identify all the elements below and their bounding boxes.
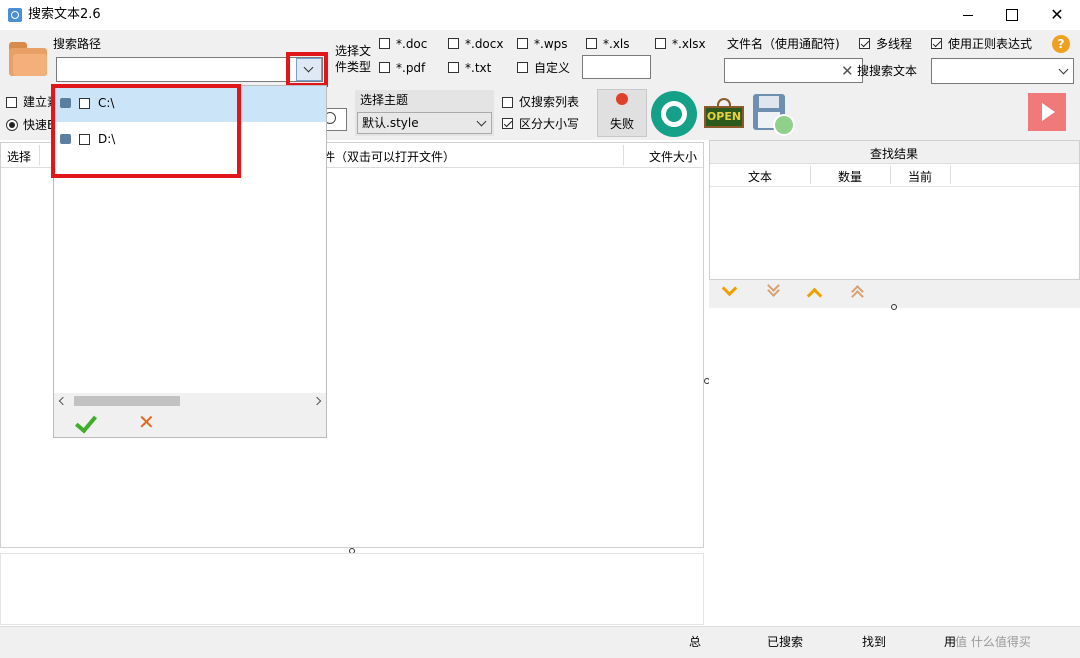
filetype-pdf-label: *.pdf <box>396 61 426 75</box>
play-icon <box>1042 103 1055 121</box>
fast-label: 快速E <box>23 118 55 132</box>
case-sensitive-checkbox[interactable] <box>502 118 513 129</box>
open-sign-icon[interactable]: OPEN <box>704 98 744 130</box>
clear-icon[interactable]: ✕ <box>841 62 854 80</box>
filename-filter-input[interactable]: ✕ <box>724 58 863 83</box>
start-search-button[interactable] <box>1028 93 1066 131</box>
theme-select[interactable]: 默认.style <box>357 112 492 134</box>
scroll-left-icon[interactable] <box>58 396 68 406</box>
horizontal-scrollbar[interactable] <box>54 393 326 409</box>
theme-label: 选择主题 <box>360 93 409 107</box>
filetype-custom-label: 自定义 <box>534 61 571 75</box>
app-icon <box>8 8 22 22</box>
minimize-button[interactable] <box>946 0 990 30</box>
first-icon[interactable] <box>851 285 864 303</box>
filetype-txt-label: *.txt <box>465 61 492 75</box>
status-bar: 总 已搜索 找到 用 值 什么值得买 <box>0 626 1080 658</box>
status-found: 找到 <box>862 635 887 649</box>
regex-label: 使用正则表达式 <box>948 37 1033 51</box>
search-path-input[interactable] <box>56 57 323 82</box>
status-total: 总 <box>689 635 702 649</box>
help-icon[interactable]: ? <box>1052 35 1070 53</box>
confirm-check-icon[interactable] <box>74 410 98 434</box>
filetype-doc-label: *.doc <box>396 37 428 51</box>
filetype-xls-label: *.xls <box>603 37 630 51</box>
results-title-bar: 查找结果 <box>710 141 1079 164</box>
filetype-custom-checkbox[interactable] <box>517 62 528 73</box>
folder-icon[interactable] <box>7 40 49 78</box>
col-size[interactable]: 文件大小 <box>649 148 697 165</box>
search-path-label: 搜索路径 <box>53 37 102 51</box>
fail-button[interactable]: 失败 <box>597 89 647 137</box>
save-icon[interactable] <box>751 92 795 136</box>
cancel-x-icon[interactable]: ✕ <box>138 411 160 433</box>
filetype-doc-checkbox[interactable] <box>379 38 390 49</box>
chevron-down-icon <box>1058 64 1069 75</box>
status-searched: 已搜索 <box>767 635 804 649</box>
maximize-button[interactable] <box>990 0 1034 30</box>
chevron-down-icon <box>476 116 487 127</box>
dropdown-footer: ✕ <box>54 409 326 437</box>
drives-highlight <box>51 84 241 178</box>
close-button[interactable]: ✕ <box>1034 0 1080 30</box>
custom-type-input[interactable] <box>582 55 651 79</box>
theme-value: 默认.style <box>362 116 419 130</box>
col-select[interactable]: 选择 <box>7 148 31 165</box>
search-text-select[interactable] <box>931 58 1074 84</box>
filetype-xlsx-checkbox[interactable] <box>655 38 666 49</box>
filetype-docx-checkbox[interactable] <box>448 38 459 49</box>
filetype-xls-checkbox[interactable] <box>586 38 597 49</box>
results-col-count[interactable]: 数量 <box>838 168 862 185</box>
fail-label: 失败 <box>610 117 635 131</box>
search-text-label: 搜搜索文本 <box>857 64 918 78</box>
gear-icon[interactable] <box>651 91 697 137</box>
filetype-xlsx-label: *.xlsx <box>672 37 706 51</box>
results-title: 查找结果 <box>870 147 919 161</box>
col-file[interactable]: 件（双击可以打开文件） <box>323 148 455 165</box>
results-col-text[interactable]: 文本 <box>748 168 772 185</box>
filename-filter-label: 文件名（使用通配符) <box>727 37 840 51</box>
dropdown-button-highlight <box>286 52 328 87</box>
title-bar: 搜索文本2.6 ✕ <box>0 0 1080 30</box>
filetype-pdf-checkbox[interactable] <box>379 62 390 73</box>
filetype-docx-label: *.docx <box>465 37 504 51</box>
regex-checkbox[interactable] <box>931 38 942 49</box>
results-panel: 查找结果 文本 数量 当前 <box>709 140 1080 280</box>
multithread-checkbox[interactable] <box>859 38 870 49</box>
filetype-wps-checkbox[interactable] <box>517 38 528 49</box>
results-col-current[interactable]: 当前 <box>908 168 932 185</box>
filetype-wps-label: *.wps <box>534 37 568 51</box>
alert-icon <box>616 93 628 105</box>
only-list-checkbox[interactable] <box>502 97 513 108</box>
filetype-txt-checkbox[interactable] <box>448 62 459 73</box>
file-type-label-1: 选择文 <box>335 44 372 58</box>
results-header: 文本 数量 当前 <box>710 164 1079 187</box>
scroll-right-icon[interactable] <box>312 396 322 406</box>
only-list-label: 仅搜索列表 <box>519 95 580 109</box>
last-icon[interactable] <box>767 279 780 297</box>
multithread-label: 多线程 <box>876 37 913 51</box>
preview-area[interactable] <box>709 310 1080 625</box>
file-type-label-2: 件类型 <box>335 60 372 74</box>
watermark: 值 什么值得买 <box>955 635 1031 649</box>
log-area[interactable] <box>0 553 704 625</box>
scrollbar-thumb[interactable] <box>74 396 180 406</box>
build-index-checkbox[interactable] <box>6 97 17 108</box>
fast-radio[interactable] <box>6 119 18 131</box>
open-sign-text: OPEN <box>704 106 744 128</box>
case-sensitive-label: 区分大小写 <box>519 117 580 131</box>
window-title: 搜索文本2.6 <box>28 7 101 22</box>
